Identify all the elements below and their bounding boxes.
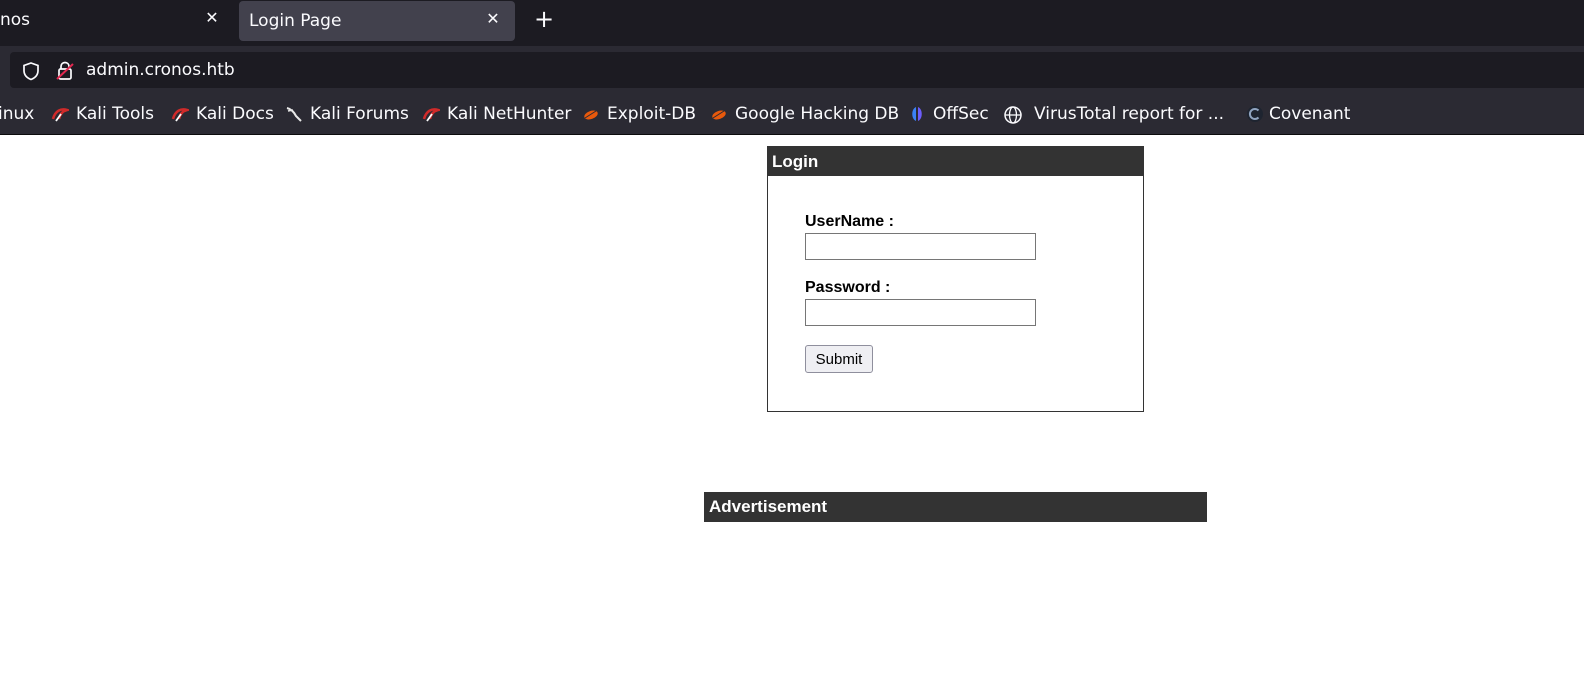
tab-bar: nos ✕ Login Page ✕ + [0,0,1584,46]
submit-button[interactable]: Submit [805,345,873,373]
bookmark-offsec[interactable]: OffSec [908,104,989,124]
kali-forums-icon [285,105,303,123]
insecure-lock-icon[interactable] [54,60,76,86]
password-input[interactable] [805,299,1036,326]
kali-dragon-icon [171,105,192,123]
kali-dragon-icon [51,105,72,123]
url-text[interactable]: admin.cronos.htb [86,60,235,80]
covenant-icon [1246,105,1264,123]
bookmark-label: Exploit-DB [607,104,696,124]
bookmark-label: Google Hacking DB [735,104,900,124]
kali-dragon-icon [422,105,443,123]
exploit-db-icon [710,105,728,123]
bookmark-covenant[interactable]: Covenant [1246,104,1350,124]
offsec-icon [908,105,926,123]
password-label: Password : [805,279,891,296]
shield-icon[interactable] [21,61,41,85]
tab-login-page[interactable]: Login Page ✕ [239,1,515,41]
bookmark-label: Kali Docs [196,104,274,124]
bookmark-google-hacking-db[interactable]: Google Hacking DB [710,104,899,124]
bookmark-label: Kali NetHunter [447,104,572,124]
bookmark-linux[interactable]: inux [0,104,34,124]
tab-label: nos [0,10,31,30]
login-panel: Login UserName : Password : Submit [767,146,1144,412]
navigation-toolbar: admin.cronos.htb [0,46,1584,92]
tab-label: Login Page [249,11,342,31]
bookmark-label: Covenant [1269,104,1351,124]
exploit-db-icon [582,105,600,123]
bookmark-kali-nethunter[interactable]: Kali NetHunter [422,104,571,124]
globe-icon [1003,105,1022,124]
close-icon[interactable]: ✕ [483,9,503,29]
bookmark-kali-forums[interactable]: Kali Forums [285,104,409,124]
username-label: UserName : [805,213,894,230]
bookmark-label: VirusTotal report for ... [1034,104,1225,124]
advertisement-header: Advertisement [704,492,1207,522]
bookmarks-toolbar: inux Kali Tools Kali Docs Kali Forums Ka… [0,92,1584,135]
login-header: Login [768,147,1143,176]
bookmark-kali-tools[interactable]: Kali Tools [51,104,154,124]
bookmark-kali-docs[interactable]: Kali Docs [171,104,274,124]
bookmark-exploit-db[interactable]: Exploit-DB [582,104,696,124]
bookmark-label: inux [0,104,35,124]
url-bar[interactable]: admin.cronos.htb [10,52,1584,88]
tab-inactive[interactable]: nos ✕ [0,0,234,40]
bookmark-label: Kali Tools [76,104,154,124]
new-tab-button[interactable]: + [530,6,558,34]
bookmark-virustotal[interactable]: VirusTotal report for ... [1003,104,1224,124]
bookmark-label: Kali Forums [310,104,409,124]
close-icon[interactable]: ✕ [202,8,222,28]
username-input[interactable] [805,233,1036,260]
bookmark-label: OffSec [933,104,989,124]
